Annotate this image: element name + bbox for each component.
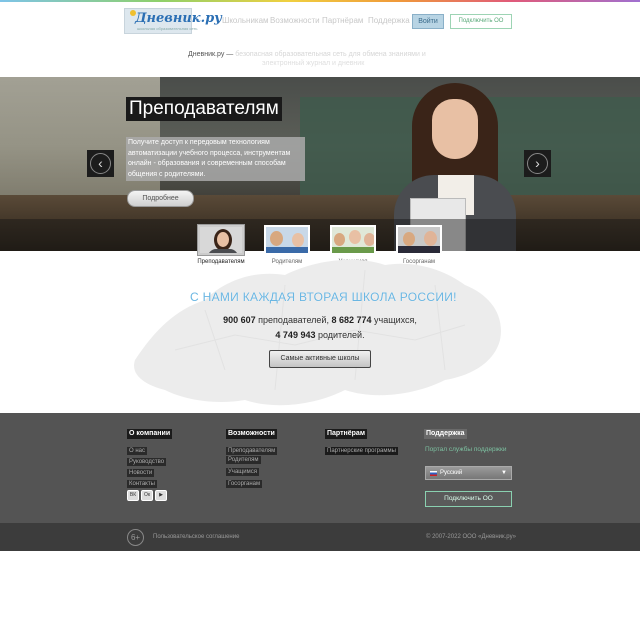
footer <box>0 413 640 523</box>
slider-next-button[interactable]: › <box>524 150 551 177</box>
footer-link-news[interactable]: Новости <box>127 469 155 477</box>
chevron-right-icon: › <box>527 153 548 174</box>
footer-link-contacts[interactable]: Контакты <box>127 480 157 488</box>
footer-link-about[interactable]: О нас <box>127 447 147 455</box>
hero-title: Преподавателям <box>126 97 282 121</box>
footer-link-parents[interactable]: Родителям <box>226 456 261 464</box>
russia-flag-icon <box>430 471 437 476</box>
footer-link-management[interactable]: Руководство <box>127 458 167 466</box>
user-agreement-link[interactable]: Пользовательское соглашение <box>153 534 239 540</box>
tagline-line2: электронный журнал и дневник <box>262 60 365 67</box>
support-portal-link[interactable]: Портал службы поддержки <box>425 446 507 453</box>
slider-prev-button[interactable]: ‹ <box>87 150 114 177</box>
tagline-text: безопасная образовательная сеть для обме… <box>233 51 426 58</box>
parents-count: 4 749 943 <box>275 330 316 340</box>
youtube-icon[interactable]: ▶ <box>155 490 167 501</box>
connect-school-button[interactable]: Подключить ОО <box>450 14 512 29</box>
chevron-down-icon: ▼ <box>501 470 507 476</box>
footer-connect-school-button[interactable]: Подключить ОО <box>425 491 512 507</box>
stats-line-2: 4 749 943 родителей. <box>0 330 640 340</box>
footer-heading-features: Возможности <box>226 429 277 439</box>
age-rating-badge: 6+ <box>127 529 144 546</box>
vk-icon[interactable]: ВК <box>127 490 139 501</box>
footer-heading-partners: Партнёрам <box>325 429 368 439</box>
footer-heading-support: Поддержка <box>424 429 467 439</box>
nav-partners[interactable]: Партнёрам <box>322 16 363 25</box>
active-schools-button[interactable]: Самые активные школы <box>269 350 371 368</box>
login-button[interactable]: Войти <box>412 14 444 29</box>
students-count: 8 682 774 <box>331 315 372 325</box>
top-color-bar <box>0 0 640 2</box>
russia-map-background <box>134 259 501 406</box>
footer-link-partner-programs[interactable]: Партнерские программы <box>325 447 398 455</box>
hero-description: Получите доступ к передовым технологиям … <box>126 137 305 181</box>
footer-heading-company: О компании <box>127 429 173 439</box>
hero-more-button[interactable]: Подробнее <box>127 190 194 207</box>
language-select[interactable]: Русский ▼ <box>425 466 512 480</box>
odnoklassniki-icon[interactable]: Ок <box>141 490 153 501</box>
footer-link-teachers[interactable]: Преподавателям <box>226 447 278 455</box>
nav-support[interactable]: Поддержка <box>368 16 410 25</box>
students-label: учащихся, <box>371 315 417 325</box>
parents-label: родителей. <box>315 330 365 340</box>
tagline-brand: Дневник.ру — <box>188 51 234 58</box>
stats-headline: С НАМИ КАЖДАЯ ВТОРАЯ ШКОЛА РОССИИ! <box>190 290 457 304</box>
nav-features[interactable]: Возможности <box>270 16 320 25</box>
teachers-label: преподавателей, <box>255 315 332 325</box>
teachers-count: 900 607 <box>223 315 256 325</box>
language-value: Русский <box>440 470 463 476</box>
footer-bottom-bar <box>0 523 640 551</box>
site-logo[interactable]: Дневник.ру школьная образовательная сеть <box>124 8 222 34</box>
logo-text: Дневник.ру <box>135 11 222 26</box>
footer-link-government[interactable]: Госорганам <box>226 480 263 488</box>
tagline: Дневник.ру — безопасная образовательная … <box>188 50 454 60</box>
logo-subtitle: школьная образовательная сеть <box>137 26 198 31</box>
stats-line-1: 900 607 преподавателей, 8 682 774 учащих… <box>0 315 640 325</box>
nav-students[interactable]: Школьникам <box>222 16 269 25</box>
footer-link-students[interactable]: Учащимся <box>226 468 259 476</box>
chevron-left-icon: ‹ <box>90 153 111 174</box>
copyright-text: © 2007-2022 ООО «Дневник.ру» <box>426 534 516 540</box>
